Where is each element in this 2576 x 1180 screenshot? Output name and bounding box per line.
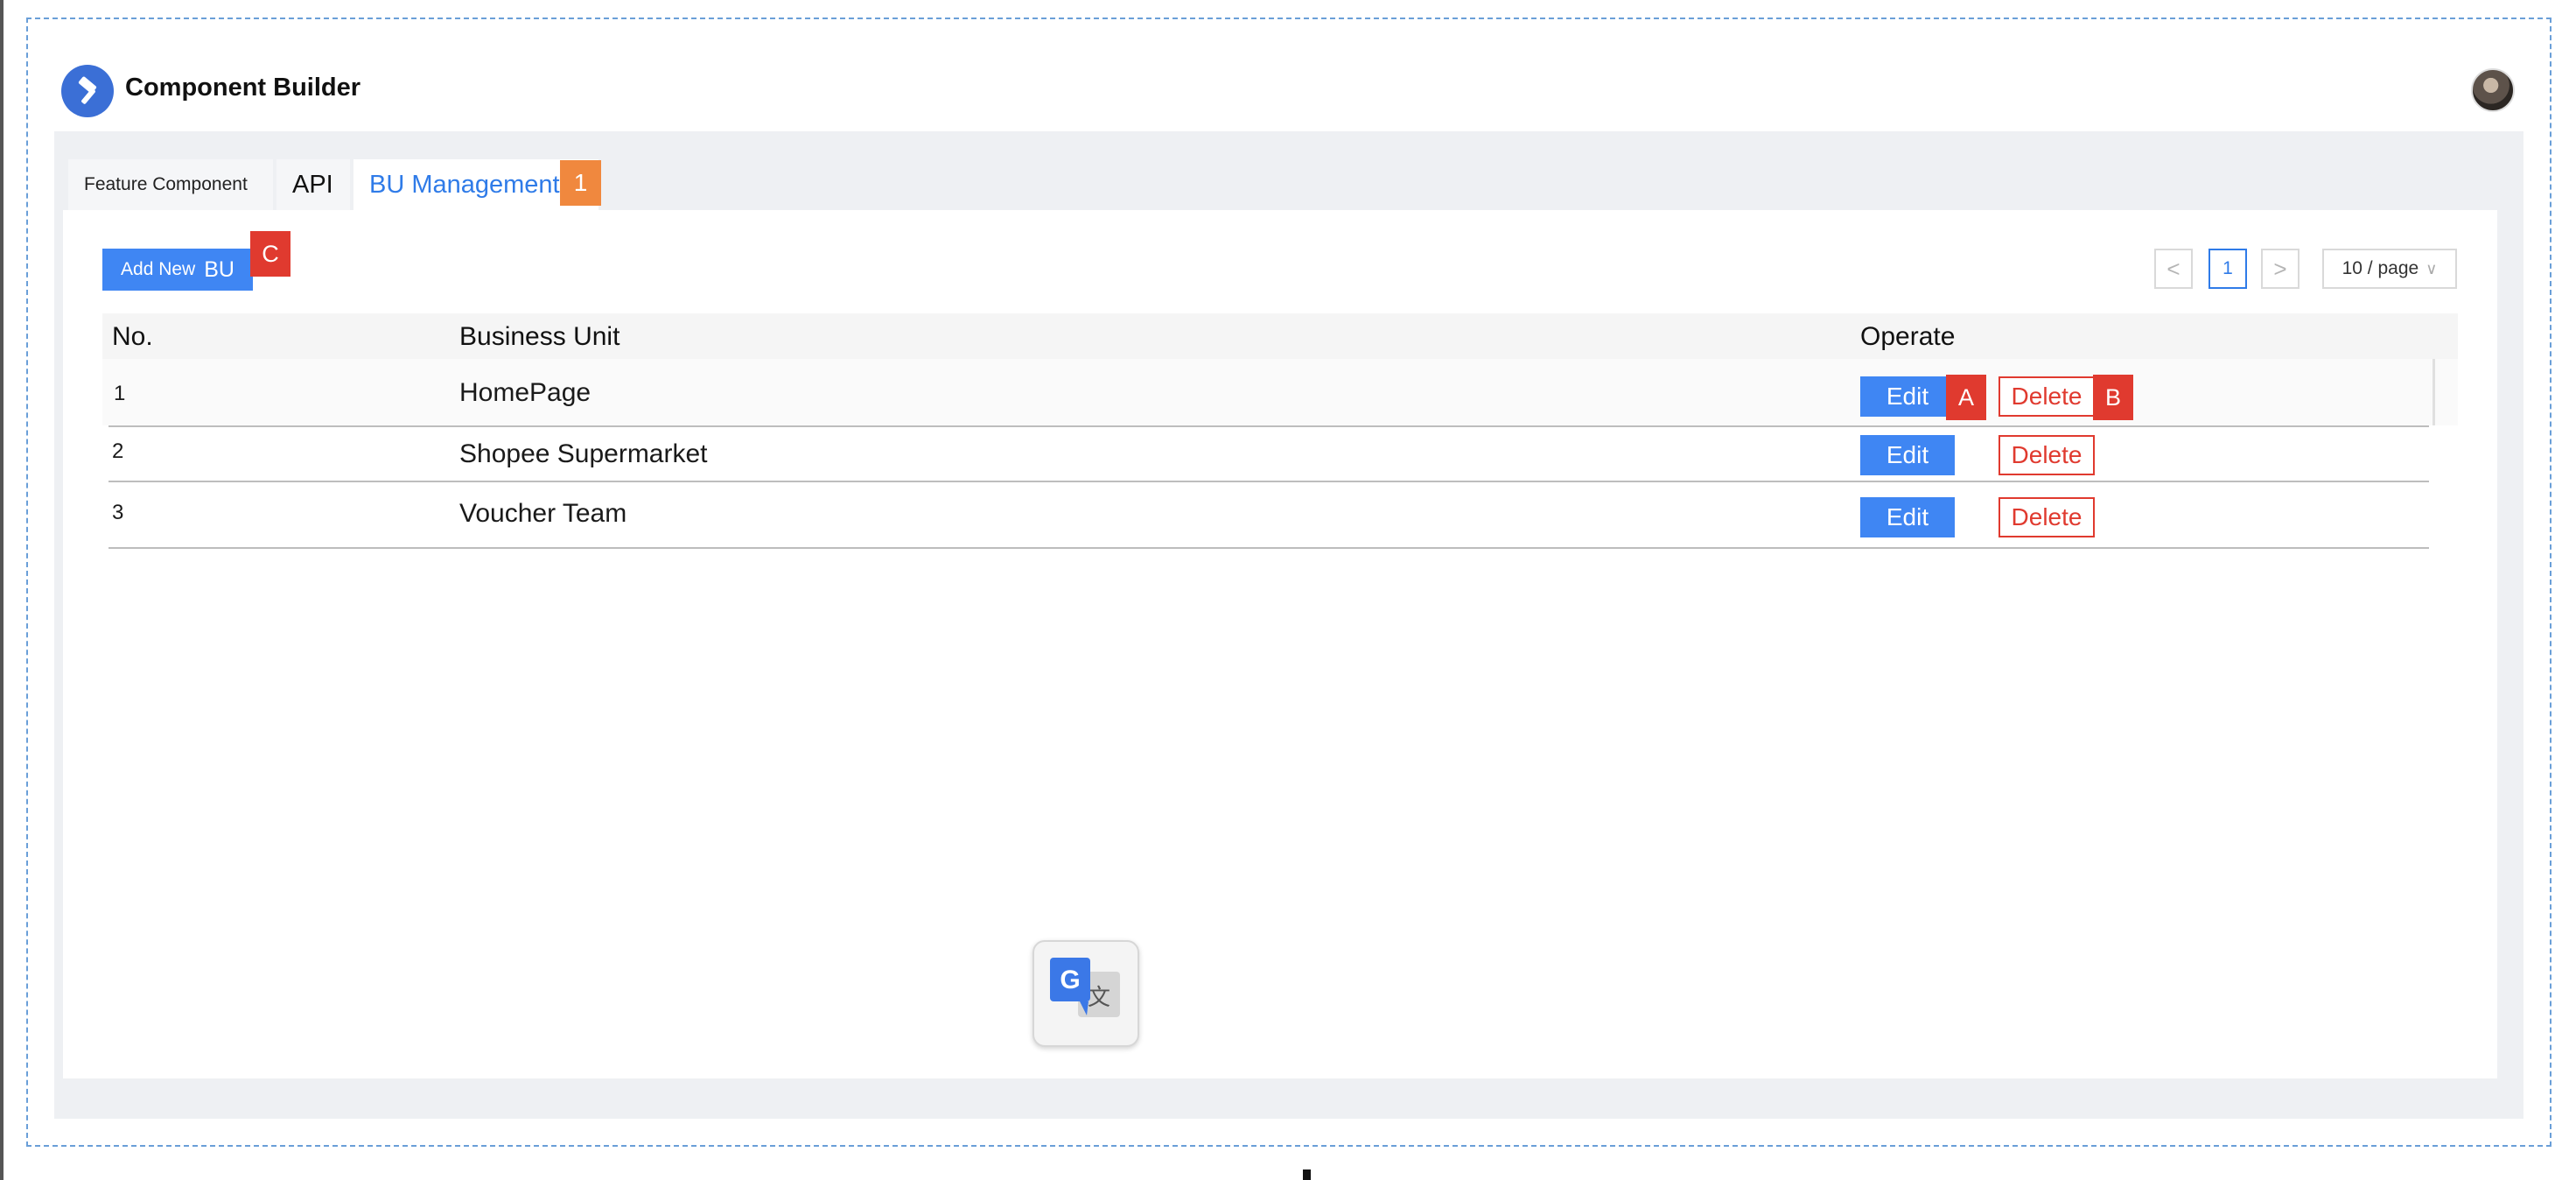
- header-business-unit: Business Unit: [459, 322, 620, 351]
- header-no: No.: [112, 322, 153, 351]
- delete-button[interactable]: Delete: [1998, 435, 2095, 475]
- row-business-unit: Voucher Team: [459, 499, 627, 528]
- left-edge-rule: [0, 0, 4, 1180]
- add-new-bu-button[interactable]: Add New BU: [102, 249, 253, 291]
- add-button-suffix: BU: [204, 256, 234, 282]
- edit-button[interactable]: Edit: [1860, 497, 1955, 537]
- edit-button[interactable]: Edit: [1860, 376, 1955, 417]
- hammer-icon: [61, 65, 114, 117]
- table-scroll-edge: [2432, 359, 2435, 425]
- annotation-badge-1: 1: [560, 160, 601, 206]
- page-size-select[interactable]: 10 / page ∨: [2322, 249, 2457, 289]
- google-translate-icon[interactable]: 文 G: [1032, 940, 1139, 1047]
- svg-text:G: G: [1060, 966, 1080, 994]
- next-page-button[interactable]: >: [2261, 249, 2300, 289]
- user-avatar[interactable]: [2471, 68, 2515, 112]
- chevron-down-icon: ∨: [2426, 259, 2438, 277]
- table-header: [102, 313, 2458, 359]
- add-button-label: Add New: [121, 259, 196, 279]
- app-title: Component Builder: [125, 74, 361, 102]
- row-business-unit: Shopee Supermarket: [459, 439, 708, 468]
- annotation-badge-c: C: [250, 231, 290, 277]
- row-number: 3: [112, 501, 124, 524]
- row-divider: [108, 547, 2429, 549]
- row-number: 1: [114, 382, 126, 405]
- page-1-button[interactable]: 1: [2208, 249, 2247, 289]
- row-divider: [108, 425, 2429, 427]
- tab-api[interactable]: API: [276, 159, 350, 210]
- row-number: 2: [112, 439, 124, 463]
- svg-text:文: 文: [1088, 985, 1110, 1011]
- tab-feature-component[interactable]: Feature Component: [68, 159, 273, 210]
- row-business-unit: HomePage: [459, 378, 592, 407]
- page-size-value: 10 / page: [2342, 258, 2419, 278]
- row-divider: [108, 481, 2429, 482]
- annotation-badge-a: A: [1946, 375, 1986, 420]
- delete-button[interactable]: Delete: [1998, 497, 2095, 537]
- annotation-badge-b: B: [2093, 375, 2133, 420]
- edit-button[interactable]: Edit: [1860, 435, 1955, 475]
- cursor-mark: [1303, 1169, 1311, 1180]
- delete-button[interactable]: Delete: [1998, 376, 2095, 417]
- header-operate: Operate: [1860, 322, 1956, 351]
- prev-page-button[interactable]: <: [2154, 249, 2193, 289]
